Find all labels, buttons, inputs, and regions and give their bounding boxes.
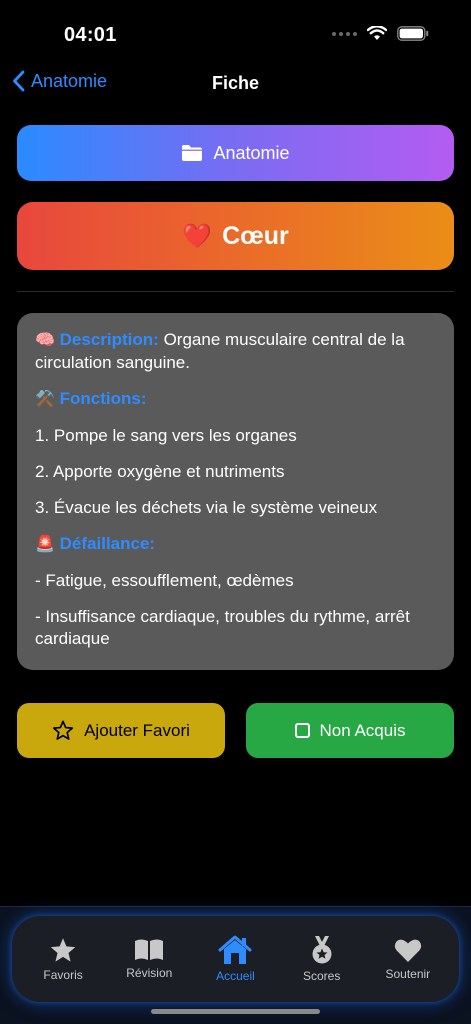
- fonction-item: 1. Pompe le sang vers les organes: [35, 426, 297, 445]
- card-title-label: Cœur: [222, 221, 289, 250]
- card-title-button[interactable]: ❤️ Cœur: [17, 202, 454, 270]
- star-icon: [50, 937, 76, 962]
- medal-icon: [312, 936, 332, 964]
- back-button[interactable]: Anatomie: [12, 70, 107, 92]
- siren-icon: 🚨: [35, 536, 55, 553]
- heart-icon: [394, 939, 422, 962]
- tools-icon: ⚒️: [35, 391, 55, 408]
- navigation-bar: Anatomie Fiche: [0, 64, 471, 104]
- status-time: 04:01: [64, 24, 117, 46]
- defaillance-heading-line: 🚨 Défaillance:: [35, 533, 436, 556]
- tab-favoris[interactable]: Favoris: [23, 937, 103, 982]
- star-outline-icon: [52, 720, 74, 740]
- fonctions-heading: Fonctions:: [59, 389, 147, 408]
- tab-label: Soutenir: [385, 966, 431, 981]
- category-label: Anatomie: [213, 142, 290, 163]
- tab-label: Favoris: [43, 967, 83, 982]
- checkbox-icon: [294, 723, 310, 738]
- category-button[interactable]: Anatomie: [17, 125, 454, 181]
- divider: [17, 291, 454, 292]
- wifi-icon: [367, 26, 387, 40]
- chevron-left-icon: [13, 70, 25, 92]
- fonctions-heading-line: ⚒️ Fonctions:: [35, 388, 436, 411]
- tab-soutenir[interactable]: Soutenir: [368, 938, 448, 981]
- back-button-label: Anatomie: [31, 70, 108, 91]
- house-icon: [218, 935, 252, 964]
- battery-icon: [397, 26, 429, 41]
- tab-scores[interactable]: Scores: [282, 935, 362, 983]
- heart-emoji-icon: ❤️: [182, 222, 213, 250]
- fonction-item: 3. Évacue les déchets via le système vei…: [35, 498, 378, 517]
- folder-icon: [182, 145, 203, 161]
- home-indicator: [151, 1009, 320, 1014]
- add-favorite-button[interactable]: Ajouter Favori: [17, 703, 225, 758]
- book-icon: [135, 939, 164, 960]
- info-card: 🧠 Description: Organe musculaire central…: [17, 313, 454, 670]
- defaillance-item: - Insuffisance cardiaque, troubles du ry…: [35, 607, 410, 648]
- tab-revision[interactable]: Révision: [109, 938, 189, 980]
- defaillance-item: - Fatigue, essoufflement, œdèmes: [35, 571, 294, 590]
- tab-accueil[interactable]: Accueil: [195, 935, 275, 983]
- brain-icon: 🧠: [35, 332, 55, 349]
- acquired-toggle-button[interactable]: Non Acquis: [246, 703, 454, 758]
- status-icons: [332, 26, 429, 41]
- description-heading: Description:: [59, 330, 159, 349]
- fonction-item: 2. Apporte oxygène et nutriments: [35, 462, 285, 481]
- tab-label: Révision: [126, 966, 173, 980]
- tab-label: Scores: [302, 969, 341, 983]
- tab-bar: Favoris Révision Accueil Scores Soutenir: [12, 916, 459, 1002]
- tab-bar-container: Favoris Révision Accueil Scores Soutenir: [0, 906, 471, 1024]
- status-bar: 04:01: [0, 0, 471, 60]
- description-paragraph: 🧠 Description: Organe musculaire central…: [35, 329, 436, 374]
- tab-label: Accueil: [216, 969, 255, 983]
- add-favorite-label: Ajouter Favori: [84, 720, 190, 740]
- signal-dots-icon: [332, 31, 357, 36]
- defaillance-heading: Défaillance:: [59, 534, 156, 553]
- acquired-label: Non Acquis: [319, 720, 406, 740]
